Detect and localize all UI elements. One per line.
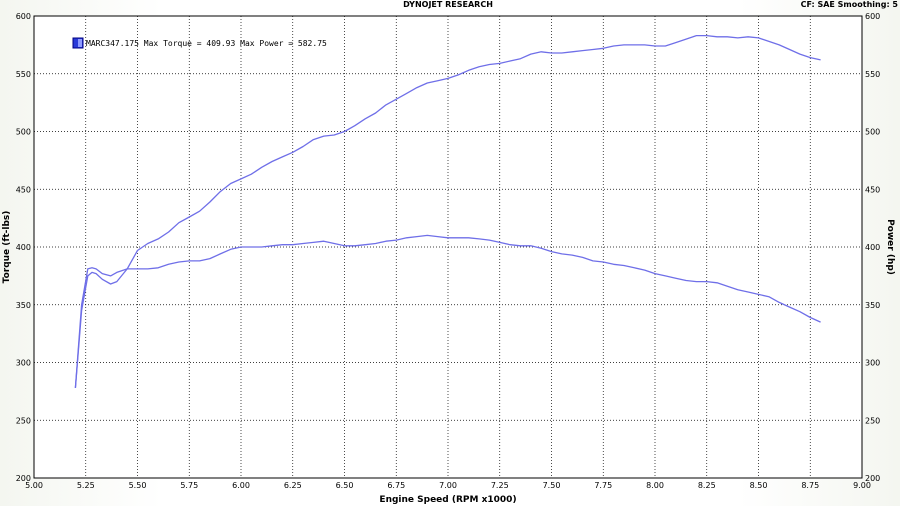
y-right-tick-label: 550 — [865, 70, 880, 79]
x-tick-label: 8.25 — [698, 481, 716, 490]
x-tick-labels: 5.00 5.25 5.50 5.75 6.00 6.25 6.50 6.75 7.00 7.25… — [25, 481, 871, 490]
x-tick-label: 8.50 — [750, 481, 768, 490]
x-tick-label: 6.75 — [387, 481, 405, 490]
y-left-tick-labels: 200 250 300 350 400 450 500 550 600 — [16, 12, 31, 483]
y-right-tick-label: 300 — [865, 359, 880, 368]
x-tick-label: 7.50 — [543, 481, 561, 490]
legend: MARC347.175 Max Torque = 409.93 Max Powe… — [72, 37, 327, 49]
x-tick-label: 7.25 — [491, 481, 509, 490]
y-left-tick-label: 300 — [16, 359, 31, 368]
y-left-tick-label: 600 — [16, 12, 31, 21]
x-tick-label: 5.50 — [129, 481, 147, 490]
x-tick-label: 6.00 — [232, 481, 250, 490]
y-right-tick-label: 350 — [865, 301, 880, 310]
y-right-tick-label: 200 — [865, 474, 880, 483]
dyno-chart: 5.00 5.25 5.50 5.75 6.00 6.25 6.50 6.75 7.00 7.25… — [2, 0, 899, 505]
x-tick-label: 8.75 — [801, 481, 819, 490]
y-right-tick-label: 250 — [865, 416, 880, 425]
y-right-tick-labels: 200 250 300 350 400 450 500 550 600 — [865, 12, 880, 483]
y-left-axis-label: Torque (ft-lbs) — [2, 211, 12, 284]
y-left-tick-label: 200 — [16, 474, 31, 483]
y-left-tick-label: 500 — [16, 128, 31, 137]
y-left-tick-label: 250 — [16, 416, 31, 425]
y-left-tick-label: 350 — [16, 301, 31, 310]
settings-text: CF: SAE Smoothing: 5 — [801, 0, 899, 9]
chart-title: DYNOJET RESEARCH — [403, 0, 493, 9]
y-right-axis-label: Power (hp) — [885, 219, 895, 275]
y-right-tick-label: 500 — [865, 128, 880, 137]
legend-swatch-highlight — [78, 39, 82, 47]
y-left-tick-label: 450 — [16, 185, 31, 194]
x-tick-label: 5.25 — [77, 481, 95, 490]
x-tick-label: 6.25 — [284, 481, 302, 490]
y-right-tick-label: 400 — [865, 243, 880, 252]
legend-text: MARC347.175 Max Torque = 409.93 Max Powe… — [86, 39, 327, 48]
x-tick-label: 7.75 — [594, 481, 612, 490]
y-right-tick-label: 600 — [865, 12, 880, 21]
y-left-tick-label: 400 — [16, 243, 31, 252]
y-right-tick-label: 450 — [865, 185, 880, 194]
x-tick-label: 7.00 — [439, 481, 457, 490]
x-tick-label: 5.75 — [180, 481, 198, 490]
x-tick-label: 6.50 — [336, 481, 354, 490]
x-tick-label: 8.00 — [646, 481, 664, 490]
x-axis-label: Engine Speed (RPM x1000) — [379, 495, 516, 505]
y-left-tick-label: 550 — [16, 70, 31, 79]
dyno-chart-window: 5.00 5.25 5.50 5.75 6.00 6.25 6.50 6.75 7.00 7.25… — [0, 0, 900, 506]
